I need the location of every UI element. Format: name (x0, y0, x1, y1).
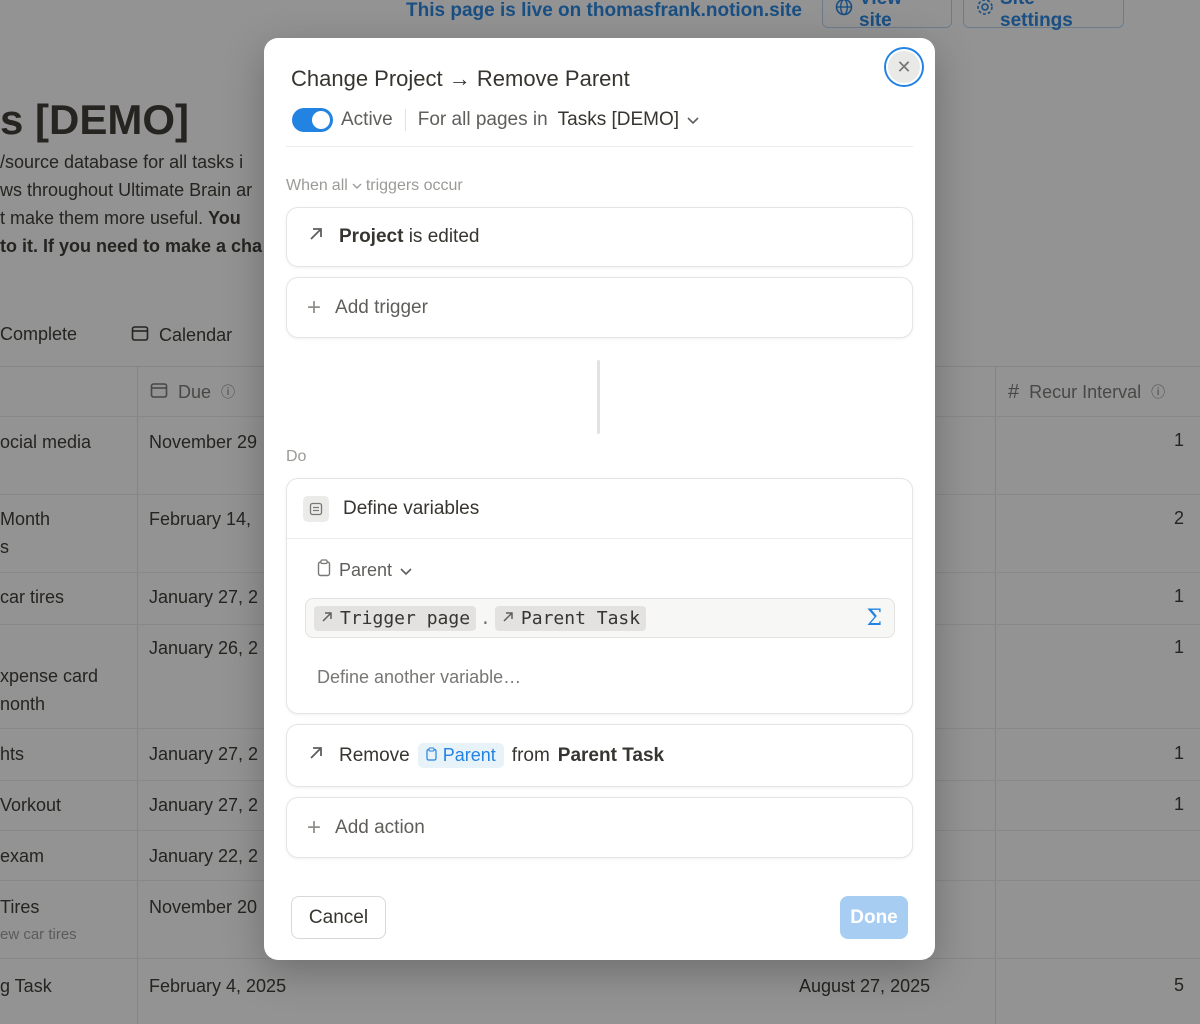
do-section-label: Do (286, 448, 307, 465)
active-label: Active (341, 109, 393, 130)
clipboard-icon (317, 559, 331, 582)
chevron-down-icon (687, 109, 699, 131)
define-another-variable[interactable]: Define another variable… (317, 667, 521, 688)
trigger-row: Project is edited (287, 208, 912, 266)
database-scope-label: Tasks [DEMO] (557, 109, 680, 130)
when-suffix: triggers occur (365, 177, 463, 194)
chevron-down-icon (352, 177, 362, 195)
variables-icon (303, 495, 329, 522)
action-target: Parent Task (557, 744, 665, 766)
scope-prefix: For all pages in (417, 109, 548, 130)
close-icon: ✕ (896, 56, 912, 77)
trigger-mode-label: all (331, 177, 348, 194)
close-button[interactable]: ✕ (886, 49, 922, 85)
define-variables-card: Define variables Parent Trigger page . P… (286, 478, 913, 714)
automation-status-row: Active For all pages in Tasks [DEMO] (292, 108, 699, 132)
variable-formula-input[interactable]: Trigger page . Parent Task Σ (305, 598, 895, 638)
add-trigger-button[interactable]: + Add trigger (286, 277, 913, 338)
add-trigger-row: + Add trigger (287, 278, 912, 337)
clipboard-icon (426, 745, 437, 766)
formula-token[interactable]: Parent Task (494, 605, 647, 631)
trigger-condition: is edited (408, 226, 480, 247)
action-from: from (511, 744, 550, 766)
variable-pill-label: Parent (442, 745, 496, 765)
variable-pill[interactable]: Parent (417, 743, 504, 768)
variable-name-label: Parent (339, 560, 393, 580)
plus-icon: + (307, 813, 322, 841)
formula-token-label: Parent Task (520, 607, 641, 629)
trigger-property: Project (339, 226, 404, 247)
cancel-button[interactable]: Cancel (291, 896, 386, 939)
active-toggle[interactable] (292, 108, 333, 132)
action-row: Remove Parent from Parent Task (287, 725, 912, 786)
chevron-down-icon (400, 560, 412, 581)
done-button[interactable]: Done (840, 896, 908, 939)
automation-dialog: Change Project → Remove Parent ✕ Active … (264, 38, 935, 960)
action-verb: Remove (339, 744, 410, 766)
arrow-up-right-icon (307, 744, 325, 768)
add-action-button[interactable]: + Add action (286, 797, 913, 858)
trigger-card[interactable]: Project is edited (286, 207, 913, 267)
formula-token[interactable]: Trigger page (314, 605, 477, 631)
arrow-up-right-icon (320, 608, 334, 629)
header-divider (286, 146, 913, 147)
variable-name-dropdown[interactable]: Parent (317, 559, 412, 582)
dialog-title: Change Project → Remove Parent (291, 66, 630, 91)
when-prefix: When (286, 177, 328, 194)
database-scope-dropdown[interactable]: Tasks [DEMO] (558, 109, 699, 131)
define-variables-header[interactable]: Define variables (287, 479, 912, 539)
trigger-mode-dropdown[interactable]: all (332, 177, 362, 195)
formula-dot: . (480, 607, 491, 629)
define-variables-label: Define variables (343, 497, 480, 519)
flow-connector (597, 360, 600, 434)
trigger-description: Project is edited (339, 226, 479, 248)
arrow-up-right-icon (501, 608, 515, 629)
add-action-label: Add action (335, 816, 425, 838)
formula-token-label: Trigger page (340, 607, 471, 629)
trigger-section-label: When all triggers occur (286, 177, 463, 195)
remove-action-card[interactable]: Remove Parent from Parent Task (286, 724, 913, 787)
plus-icon: + (307, 293, 322, 321)
divider (404, 109, 406, 131)
sigma-icon[interactable]: Σ (866, 606, 882, 631)
add-action-row: + Add action (287, 798, 912, 857)
add-trigger-label: Add trigger (335, 296, 428, 318)
arrow-up-right-icon (307, 225, 325, 249)
